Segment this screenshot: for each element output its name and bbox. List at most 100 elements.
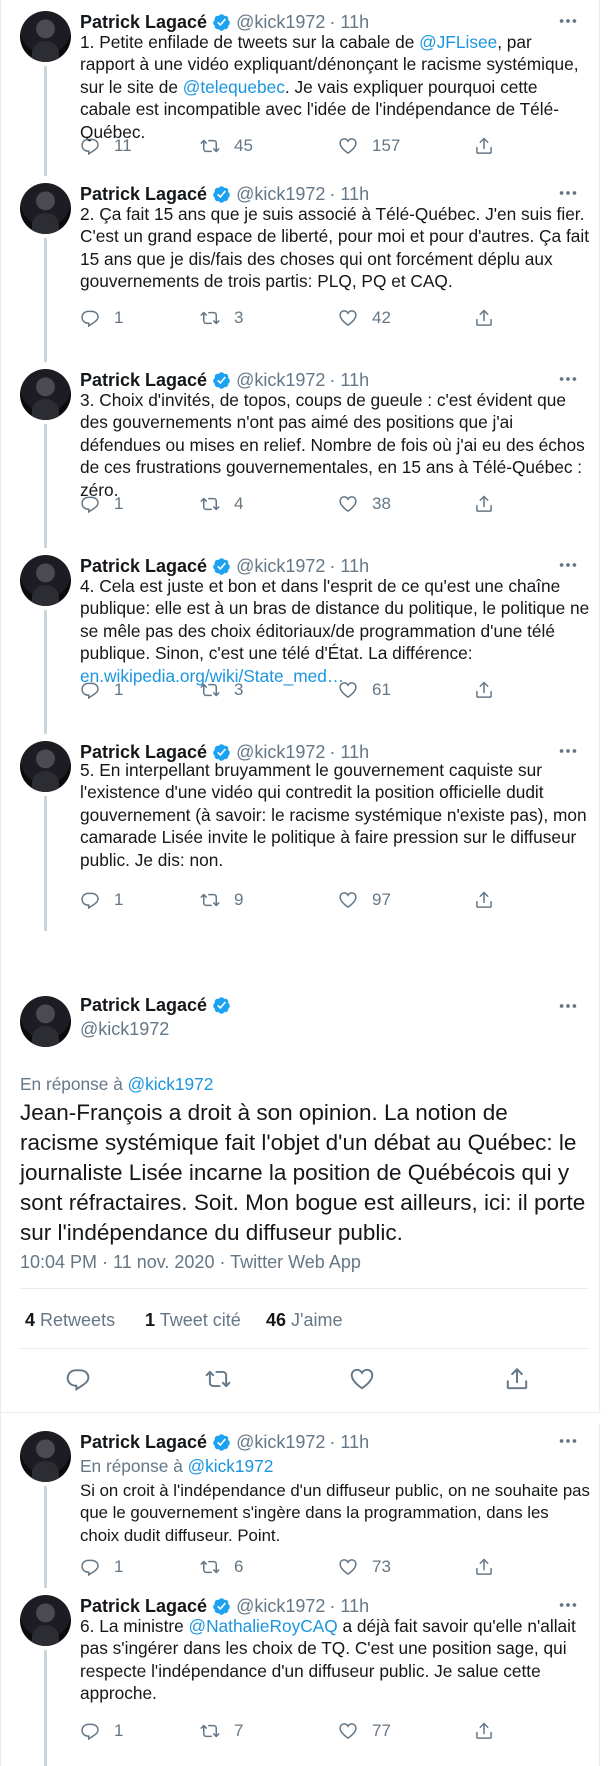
reply-to-link[interactable]: @kick1972 xyxy=(128,1074,214,1094)
tweet: Patrick Lagacé @kick1972 · 11h 4. Cela est j… xyxy=(1,544,601,734)
avatar[interactable] xyxy=(20,183,71,234)
retweet-icon xyxy=(200,1557,220,1577)
retweet-count: 9 xyxy=(234,890,244,909)
like-count: 77 xyxy=(372,1721,391,1740)
more-icon[interactable] xyxy=(557,554,579,576)
tweet-time[interactable]: 11h xyxy=(340,1596,369,1617)
share-button[interactable] xyxy=(474,678,494,702)
share-button[interactable] xyxy=(504,1366,530,1392)
retweet-button[interactable]: 4 xyxy=(200,492,243,516)
divider xyxy=(20,1288,588,1289)
more-icon[interactable] xyxy=(557,995,579,1017)
reply-button[interactable]: 1 xyxy=(80,492,123,516)
verified-badge-icon xyxy=(212,996,231,1015)
like-button[interactable]: 97 xyxy=(338,888,391,912)
tweet: Patrick Lagacé @kick1972 · 11h 3. Choix d'in… xyxy=(1,358,601,548)
reply-button[interactable]: 11 xyxy=(80,134,132,158)
more-icon[interactable] xyxy=(557,1594,579,1616)
retweet-button[interactable] xyxy=(205,1366,231,1392)
retweet-icon xyxy=(200,680,220,700)
author-handle[interactable]: @kick1972 xyxy=(80,1019,169,1040)
tweet-time[interactable]: 11h xyxy=(340,370,369,391)
retweet-button[interactable]: 7 xyxy=(200,1719,243,1743)
author-handle[interactable]: @kick1972 xyxy=(236,184,325,205)
author-name[interactable]: Patrick Lagacé xyxy=(80,1432,207,1453)
reply-button[interactable]: 1 xyxy=(80,678,123,702)
thread-line xyxy=(44,610,47,734)
retweet-count: 4 xyxy=(234,494,244,513)
retweet-count: 45 xyxy=(234,136,253,155)
tweet: Patrick Lagacé @kick1972 · 11h 2. Ça fait 15… xyxy=(1,172,601,362)
author-handle[interactable]: @kick1972 xyxy=(236,556,325,577)
like-button[interactable]: 42 xyxy=(338,306,391,330)
reply-to-link[interactable]: @kick1972 xyxy=(188,1456,274,1476)
share-button[interactable] xyxy=(474,1555,494,1579)
like-button[interactable] xyxy=(349,1366,375,1392)
like-button[interactable]: 157 xyxy=(338,134,400,158)
tweet-link[interactable]: @JFLisee xyxy=(419,32,497,52)
retweet-button[interactable]: 3 xyxy=(200,306,243,330)
tweet-actions: 1 3 42 xyxy=(80,306,500,330)
likes-stat[interactable]: 46 J'aime xyxy=(266,1310,343,1331)
reply-button[interactable] xyxy=(65,1366,91,1392)
like-button[interactable]: 61 xyxy=(338,678,391,702)
reply-button[interactable]: 1 xyxy=(80,306,123,330)
tweet-link[interactable]: @telequebec xyxy=(183,77,285,97)
avatar[interactable] xyxy=(20,11,71,62)
tweet-text-part: 2. Ça fait 15 ans que je suis associé à … xyxy=(80,204,590,292)
focused-tweet: Patrick Lagacé @kick1972 En réponse à @kic… xyxy=(1,985,601,1401)
reply-icon xyxy=(80,136,100,156)
share-button[interactable] xyxy=(474,888,494,912)
avatar[interactable] xyxy=(20,1595,71,1646)
retweet-button[interactable]: 3 xyxy=(200,678,243,702)
share-button[interactable] xyxy=(474,492,494,516)
reply-button[interactable]: 1 xyxy=(80,888,123,912)
tweet-actions: 1 3 61 xyxy=(80,678,500,702)
tweet-time[interactable]: 11h xyxy=(340,12,369,33)
retweets-stat[interactable]: 4 Retweets xyxy=(25,1310,115,1331)
retweet-button[interactable]: 6 xyxy=(200,1555,243,1579)
like-button[interactable]: 38 xyxy=(338,492,391,516)
tweet-time[interactable]: 11h xyxy=(340,1432,369,1453)
quotes-stat[interactable]: 1 Tweet cité xyxy=(145,1310,241,1331)
like-button[interactable]: 73 xyxy=(338,1555,391,1579)
author-name[interactable]: Patrick Lagacé xyxy=(80,12,207,33)
author-name[interactable]: Patrick Lagacé xyxy=(80,184,207,205)
more-icon[interactable] xyxy=(557,368,579,390)
author-name[interactable]: Patrick Lagacé xyxy=(80,370,207,391)
more-icon[interactable] xyxy=(557,1430,579,1452)
more-icon[interactable] xyxy=(557,182,579,204)
author-name[interactable]: Patrick Lagacé xyxy=(80,995,231,1016)
author-handle[interactable]: @kick1972 xyxy=(236,1596,325,1617)
retweet-button[interactable]: 45 xyxy=(200,134,253,158)
author-handle[interactable]: @kick1972 xyxy=(236,370,325,391)
share-button[interactable] xyxy=(474,1719,494,1743)
author-handle[interactable]: @kick1972 xyxy=(236,1432,325,1453)
retweets-count: 4 xyxy=(25,1310,36,1330)
reply-button[interactable]: 1 xyxy=(80,1719,123,1743)
tweet-time[interactable]: 11h xyxy=(340,556,369,577)
heart-icon xyxy=(338,308,358,328)
avatar[interactable] xyxy=(20,996,71,1047)
avatar[interactable] xyxy=(20,555,71,606)
tweet-text-part: 3. Choix d'invités, de topos, coups de g… xyxy=(80,390,585,500)
tweet-actions: 1 6 73 xyxy=(80,1555,500,1579)
share-button[interactable] xyxy=(474,134,494,158)
tweet-link[interactable]: @NathalieRoyCAQ xyxy=(189,1616,338,1636)
tweet-text: 4. Cela est juste et bon et dans l'espri… xyxy=(80,575,590,687)
share-button[interactable] xyxy=(474,306,494,330)
reply-prefix: En réponse à xyxy=(80,1456,183,1476)
avatar[interactable] xyxy=(20,741,71,792)
author-name[interactable]: Patrick Lagacé xyxy=(80,1596,207,1617)
tweet-time[interactable]: 11h xyxy=(340,184,369,205)
retweet-button[interactable]: 9 xyxy=(200,888,243,912)
share-icon xyxy=(474,890,494,910)
tweet-text-part: Si on croit à l'indépendance d'un diffus… xyxy=(80,1481,590,1545)
author-name[interactable]: Patrick Lagacé xyxy=(80,556,207,577)
author-handle[interactable]: @kick1972 xyxy=(236,12,325,33)
like-button[interactable]: 77 xyxy=(338,1719,391,1743)
more-icon[interactable] xyxy=(557,10,579,32)
reply-button[interactable]: 1 xyxy=(80,1555,123,1579)
avatar[interactable] xyxy=(20,369,71,420)
avatar[interactable] xyxy=(20,1431,71,1482)
